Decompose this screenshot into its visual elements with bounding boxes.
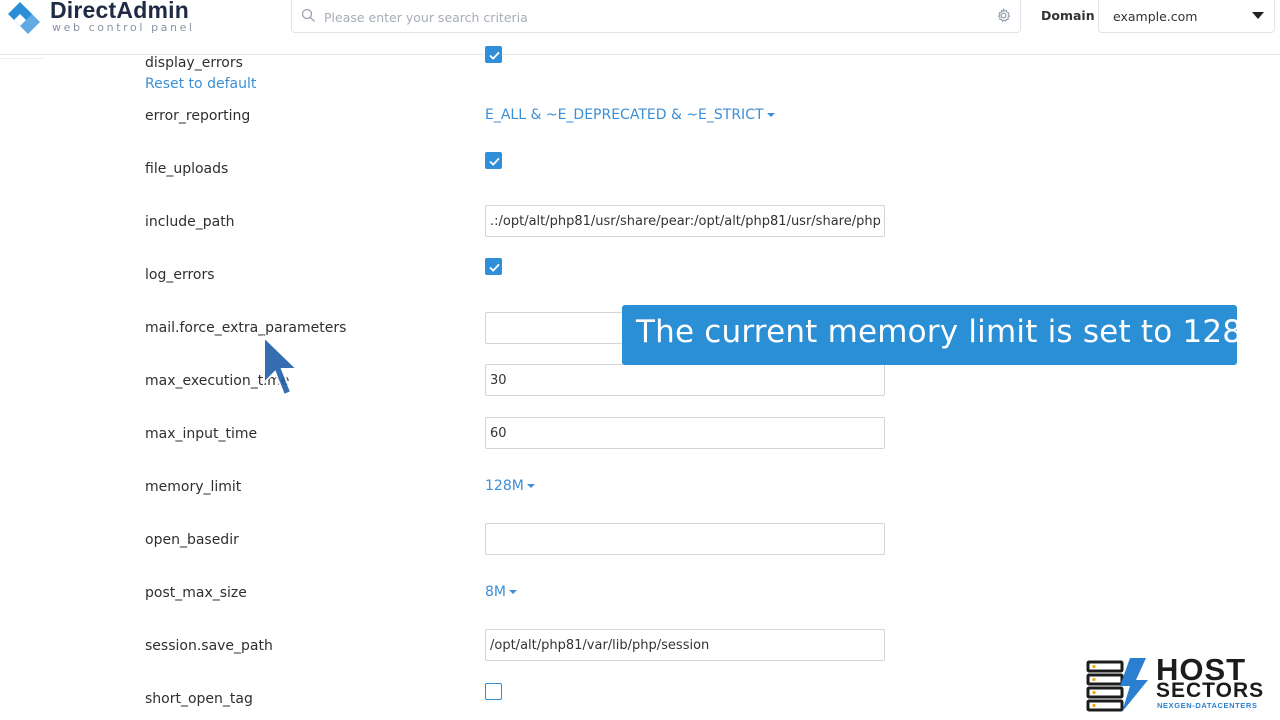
setting-label-memory-limit: memory_limit <box>145 479 242 495</box>
setting-label-post-max-size: post_max_size <box>145 585 247 601</box>
setting-label-open-basedir: open_basedir <box>145 532 239 548</box>
search-input[interactable] <box>322 0 986 34</box>
setting-label-error-reporting: error_reporting <box>145 108 251 124</box>
reset-to-default-link[interactable]: Reset to default <box>145 76 256 92</box>
memory-limit-value: 128M <box>485 478 524 494</box>
domain-select[interactable]: example.com <box>1098 0 1275 33</box>
search-bar <box>291 0 1021 34</box>
setting-label-short-open-tag: short_open_tag <box>145 691 253 707</box>
domain-label: Domain <box>1041 8 1095 23</box>
setting-label-file-uploads: file_uploads <box>145 161 229 177</box>
chevron-down-icon <box>1252 12 1264 19</box>
video-caption-banner: The current memory limit is set to 128M. <box>622 305 1279 365</box>
max-execution-time-input[interactable]: 30 <box>485 364 885 396</box>
post-max-size-dropdown[interactable]: 8M <box>485 584 517 600</box>
brand-tagline: NEXGEN-DATACENTERS <box>1157 701 1258 710</box>
setting-label-session-save-path: session.save_path <box>145 638 273 654</box>
display-errors-checkbox[interactable] <box>485 46 502 63</box>
caret-down-icon <box>509 590 517 594</box>
checkmark-icon <box>489 157 500 166</box>
checkmark-icon <box>489 263 500 272</box>
setting-label-mail-force-extra-parameters: mail.force_extra_parameters <box>145 320 347 336</box>
divider <box>0 58 44 59</box>
include-path-input[interactable]: .:/opt/alt/php81/usr/share/pear:/opt/alt… <box>485 205 885 237</box>
session-save-path-value: /opt/alt/php81/var/lib/php/session <box>490 638 710 653</box>
logo-subtitle: web control panel <box>52 21 195 34</box>
error-reporting-value: E_ALL & ~E_DEPRECATED & ~E_STRICT <box>485 107 764 123</box>
session-save-path-input[interactable]: /opt/alt/php81/var/lib/php/session <box>485 629 885 661</box>
setting-label-display-errors: display_errors <box>145 55 243 71</box>
caret-down-icon <box>766 113 775 117</box>
directadmin-logo-icon <box>8 2 40 34</box>
memory-limit-dropdown[interactable]: 128M <box>485 478 535 494</box>
max-input-time-value: 60 <box>490 426 507 441</box>
max-input-time-input[interactable]: 60 <box>485 417 885 449</box>
gear-icon[interactable] <box>996 8 1011 23</box>
brand-line-2: SECTORS <box>1156 679 1265 702</box>
short-open-tag-checkbox[interactable] <box>485 683 502 700</box>
host-sectors-logo: HOST SECTORS NEXGEN-DATACENTERS <box>1086 652 1270 712</box>
post-max-size-value: 8M <box>485 584 506 600</box>
caret-down-icon <box>526 484 535 488</box>
setting-label-log-errors: log_errors <box>145 267 215 283</box>
error-reporting-dropdown[interactable]: E_ALL & ~E_DEPRECATED & ~E_STRICT <box>485 107 775 123</box>
file-uploads-checkbox[interactable] <box>485 152 502 169</box>
log-errors-checkbox[interactable] <box>485 258 502 275</box>
setting-label-max-input-time: max_input_time <box>145 426 258 442</box>
max-execution-time-value: 30 <box>490 373 507 388</box>
top-header: DirectAdmin web control panel Domain exa… <box>0 0 1280 55</box>
include-path-value: .:/opt/alt/php81/usr/share/pear:/opt/alt… <box>490 214 882 229</box>
setting-label-include-path: include_path <box>145 214 235 230</box>
server-lightning-icon <box>1086 658 1148 712</box>
caption-text: The current memory limit is set to 128M. <box>636 314 1280 350</box>
domain-select-value: example.com <box>1113 9 1198 24</box>
open-basedir-input[interactable] <box>485 523 885 555</box>
mouse-cursor-icon <box>263 335 300 397</box>
search-icon <box>301 8 315 22</box>
checkmark-icon <box>489 51 500 60</box>
